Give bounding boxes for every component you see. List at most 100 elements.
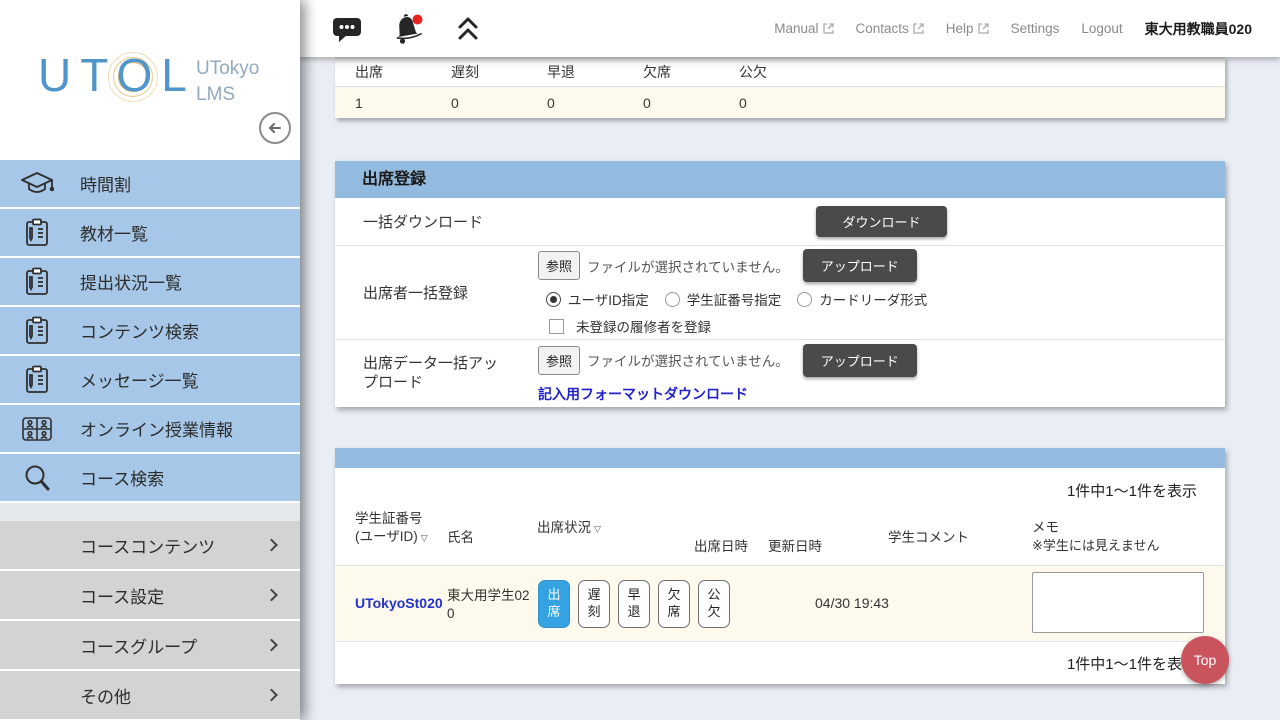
main-content: 出席 遅刻 早退 欠席 公欠 1 0 0 0 0 出席登録 一括ダウンロード ダ… <box>300 57 1280 720</box>
summary-value-early-leave: 0 <box>527 95 623 111</box>
browse-file-button[interactable]: 参照 <box>538 346 580 375</box>
summary-header-early-leave: 早退 <box>527 62 623 82</box>
graduation-cap-icon <box>20 171 54 197</box>
radio-button-icon <box>546 292 561 307</box>
attendance-registration-panel: 出席登録 一括ダウンロード ダウンロード 出席者一括登録 参照 ファイルが選択さ… <box>335 161 1225 407</box>
sort-triangle-icon: ▽ <box>421 533 428 543</box>
sidebar-item-timetable[interactable]: 時間割 <box>0 160 300 207</box>
summary-header-row: 出席 遅刻 早退 欠席 公欠 <box>335 57 1225 87</box>
sidebar-item-materials[interactable]: 教材一覧 <box>0 209 300 256</box>
file-status-text: ファイルが選択されていません。 <box>587 256 789 276</box>
topbar: Manual Contacts Help Settings Logout 東大用… <box>300 0 1280 57</box>
bulk-download-row: 一括ダウンロード ダウンロード <box>335 198 1225 246</box>
browse-file-button[interactable]: 参照 <box>538 251 580 280</box>
radio-button-icon <box>797 292 812 307</box>
format-download-link[interactable]: 記入用フォーマットダウンロード <box>538 384 1225 404</box>
notifications-bell-icon[interactable] <box>392 13 426 45</box>
header-student-comment: 学生コメント <box>888 529 969 547</box>
status-button-excused[interactable]: 公欠 <box>698 580 730 628</box>
clipboard-icon <box>20 218 54 248</box>
result-count-text: 1件中1〜1件を表示 <box>1067 653 1197 674</box>
upload-button[interactable]: アップロード <box>803 344 917 377</box>
external-link-icon <box>978 23 989 34</box>
table-footer: 1件中1〜1件を表示 <box>335 641 1225 684</box>
table-header: 1件中1〜1件を表示 学生証番号 (ユーザID)▽ 氏名 出席状況▽ 出席日時 … <box>335 468 1225 565</box>
help-link[interactable]: Help <box>946 21 989 36</box>
status-button-group: 出席 遅刻 早退 欠席 公欠 <box>538 580 730 628</box>
file-status-text: ファイルが選択されていません。 <box>587 350 789 370</box>
student-row: UTokyoSt020 東大用学生020 出席 遅刻 早退 欠席 公欠 04/3… <box>335 565 1225 641</box>
manual-link[interactable]: Manual <box>774 21 833 36</box>
sort-triangle-icon: ▽ <box>594 524 601 534</box>
header-attendance-status[interactable]: 出席状況▽ <box>537 519 601 537</box>
panel-title: 出席登録 <box>335 161 1225 198</box>
search-icon <box>20 463 54 493</box>
sidebar-item-messages[interactable]: メッセージ一覧 <box>0 356 300 403</box>
status-button-late[interactable]: 遅刻 <box>578 580 610 628</box>
summary-header-absent: 欠席 <box>623 62 719 82</box>
sidebar-item-submission-status[interactable]: 提出状況一覧 <box>0 258 300 305</box>
register-unenrolled-checkbox[interactable] <box>549 319 564 334</box>
summary-header-excused: 公欠 <box>719 62 815 82</box>
radio-card-reader-format[interactable]: カードリーダ形式 <box>797 289 927 309</box>
logo-area: UTOL UTokyo LMS <box>0 0 300 160</box>
summary-value-absent: 0 <box>623 95 719 111</box>
summary-value-row: 1 0 0 0 0 <box>335 87 1225 118</box>
result-count-text: 1件中1〜1件を表示 <box>1067 480 1197 501</box>
sidebar-course-menu: コースコンテンツ コース設定 コースグループ その他 <box>0 521 300 719</box>
sidebar-section-divider <box>0 503 300 521</box>
app-logo: UTOL <box>38 48 196 102</box>
clipboard-icon <box>20 316 54 346</box>
attendance-data-upload-row: 出席データ一括アップロード 参照 ファイルが選択されていません。 アップロード … <box>335 340 1225 407</box>
chevron-right-icon <box>265 689 278 702</box>
radio-student-card-number[interactable]: 学生証番号指定 <box>665 289 782 309</box>
external-link-icon <box>913 23 924 34</box>
sidebar-collapse-button[interactable] <box>259 112 291 144</box>
status-button-absent[interactable]: 欠席 <box>658 580 690 628</box>
chevron-right-icon <box>265 589 278 602</box>
sidebar-item-others[interactable]: その他 <box>0 671 300 719</box>
clipboard-icon <box>20 267 54 297</box>
upload-button[interactable]: アップロード <box>803 249 917 282</box>
updated-at-value: 04/30 19:43 <box>815 595 889 611</box>
sidebar: UTOL UTokyo LMS 時間割 教材一覧 提 <box>0 0 300 720</box>
student-name: 東大用学生020 <box>447 587 531 622</box>
sidebar-item-content-search[interactable]: コンテンツ検索 <box>0 307 300 354</box>
student-id-link[interactable]: UTokyoSt020 <box>355 595 443 611</box>
sidebar-item-course-settings[interactable]: コース設定 <box>0 571 300 619</box>
student-attendance-table: 1件中1〜1件を表示 学生証番号 (ユーザID)▽ 氏名 出席状況▽ 出席日時 … <box>335 448 1225 684</box>
sidebar-main-menu: 時間割 教材一覧 提出状況一覧 コンテンツ検索 メッセージ一覧 <box>0 160 300 501</box>
chat-icon[interactable] <box>332 15 362 43</box>
sidebar-item-course-group[interactable]: コースグループ <box>0 621 300 669</box>
summary-value-present: 1 <box>335 95 431 111</box>
app-logo-subtitle: UTokyo LMS <box>196 56 259 107</box>
arrow-left-icon <box>265 118 285 138</box>
download-button[interactable]: ダウンロード <box>816 206 946 237</box>
status-button-early-leave[interactable]: 早退 <box>618 580 650 628</box>
clipboard-icon <box>20 365 54 395</box>
radio-user-id[interactable]: ユーザID指定 <box>546 289 649 309</box>
sidebar-item-course-contents[interactable]: コースコンテンツ <box>0 521 300 569</box>
summary-value-late: 0 <box>431 95 527 111</box>
sidebar-item-online-class-info[interactable]: オンライン授業情報 <box>0 405 300 452</box>
double-chevron-up-icon[interactable] <box>456 16 480 42</box>
chevron-right-icon <box>265 539 278 552</box>
table-top-bar <box>335 448 1225 468</box>
contacts-link[interactable]: Contacts <box>856 21 924 36</box>
header-student-id[interactable]: 学生証番号 (ユーザID)▽ <box>355 510 445 546</box>
logout-link[interactable]: Logout <box>1081 21 1122 36</box>
settings-link[interactable]: Settings <box>1011 21 1060 36</box>
attendance-summary-table: 出席 遅刻 早退 欠席 公欠 1 0 0 0 0 <box>335 57 1225 118</box>
memo-input[interactable] <box>1032 572 1204 633</box>
summary-header-present: 出席 <box>335 62 431 82</box>
sidebar-item-course-search[interactable]: コース検索 <box>0 454 300 501</box>
header-name: 氏名 <box>447 529 474 547</box>
current-user-name: 東大用教職員020 <box>1145 19 1252 39</box>
status-button-present[interactable]: 出席 <box>538 580 570 628</box>
summary-value-excused: 0 <box>719 95 815 111</box>
header-attended-at: 出席日時 <box>694 538 748 556</box>
radio-button-icon <box>665 292 680 307</box>
attendee-bulk-register-row: 出席者一括登録 参照 ファイルが選択されていません。 アップロード ユーザID指… <box>335 246 1225 340</box>
scroll-to-top-button[interactable]: Top <box>1181 636 1229 684</box>
header-updated-at: 更新日時 <box>768 538 822 556</box>
